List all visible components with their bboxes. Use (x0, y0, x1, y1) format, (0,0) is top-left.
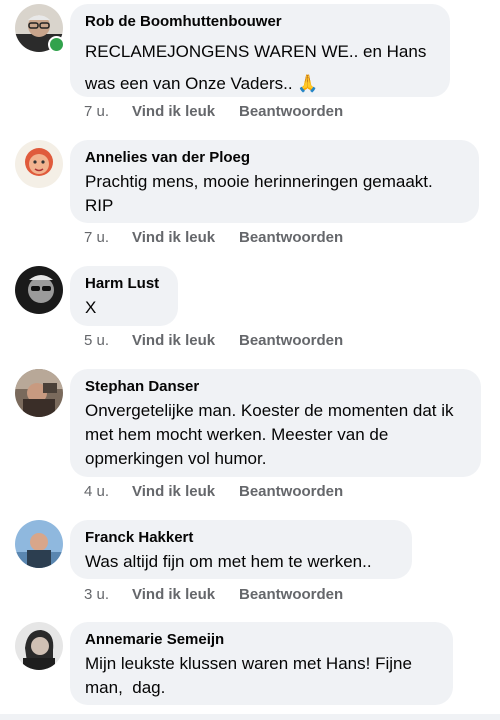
like-button[interactable]: Vind ik leuk (132, 482, 239, 502)
reply-button[interactable]: Beantwoorden (239, 102, 343, 122)
comment-bubble: Harm Lust X (70, 266, 178, 326)
reply-button[interactable]: Beantwoorden (239, 331, 343, 351)
like-button[interactable]: Vind ik leuk (132, 228, 239, 248)
reply-button[interactable]: Beantwoorden (239, 585, 343, 605)
divider (0, 714, 500, 720)
comment-timestamp[interactable]: 7 u. (84, 102, 132, 122)
comment-timestamp[interactable]: 5 u. (84, 331, 132, 351)
avatar[interactable] (15, 266, 63, 314)
like-button[interactable]: Vind ik leuk (132, 102, 239, 122)
comment-timestamp[interactable]: 3 u. (84, 585, 132, 605)
reply-button[interactable]: Beantwoorden (239, 228, 343, 248)
comment-bubble: Annemarie Semeijn Mijn leukste klussen w… (70, 622, 453, 705)
comment-bubble: Stephan Danser Onvergetelijke man. Koest… (70, 369, 481, 477)
like-button[interactable]: Vind ik leuk (132, 585, 239, 605)
comment-text: X (85, 298, 97, 317)
avatar[interactable] (15, 520, 63, 568)
comment-actions: 7 u. Vind ik leuk Beantwoorden (84, 102, 343, 122)
comment-author[interactable]: Annelies van der Ploeg (85, 149, 463, 167)
comment-actions: 4 u. Vind ik leuk Beantwoorden (84, 482, 343, 502)
comment-text: Mijn leukste klussen waren met Hans! Fij… (85, 654, 417, 697)
comment-bubble: Annelies van der Ploeg Prachtig mens, mo… (70, 140, 479, 223)
reply-button[interactable]: Beantwoorden (239, 482, 343, 502)
comment-actions: 3 u. Vind ik leuk Beantwoorden (84, 585, 343, 605)
avatar[interactable] (15, 622, 63, 670)
avatar[interactable] (15, 140, 63, 188)
like-button[interactable]: Vind ik leuk (132, 331, 239, 351)
comment-author[interactable]: Annemarie Semeijn (85, 631, 437, 649)
online-status-dot (48, 36, 65, 53)
comment-timestamp[interactable]: 7 u. (84, 228, 132, 248)
comment-author[interactable]: Franck Hakkert (85, 529, 396, 547)
comment-actions: 7 u. Vind ik leuk Beantwoorden (84, 228, 343, 248)
comment-author[interactable]: Harm Lust (85, 275, 162, 293)
comment-text: Onvergetelijke man. Koester de momenten … (85, 401, 454, 468)
comment-text: Was altijd fijn om met hem te werken.. (85, 552, 372, 571)
comment-author[interactable]: Rob de Boomhuttenbouwer (85, 13, 434, 31)
comment-author[interactable]: Stephan Danser (85, 378, 465, 396)
avatar[interactable] (15, 369, 63, 417)
comment-bubble: Franck Hakkert Was altijd fijn om met he… (70, 520, 412, 579)
comment-actions: 5 u. Vind ik leuk Beantwoorden (84, 331, 343, 351)
comment-text: Prachtig mens, mooie herinneringen gemaa… (85, 172, 433, 215)
comment-text: RECLAMEJONGENS WAREN WE.. en Hans was ee… (85, 42, 427, 93)
comment-timestamp[interactable]: 4 u. (84, 482, 132, 502)
comment-bubble: Rob de Boomhuttenbouwer RECLAMEJONGENS W… (70, 4, 450, 97)
